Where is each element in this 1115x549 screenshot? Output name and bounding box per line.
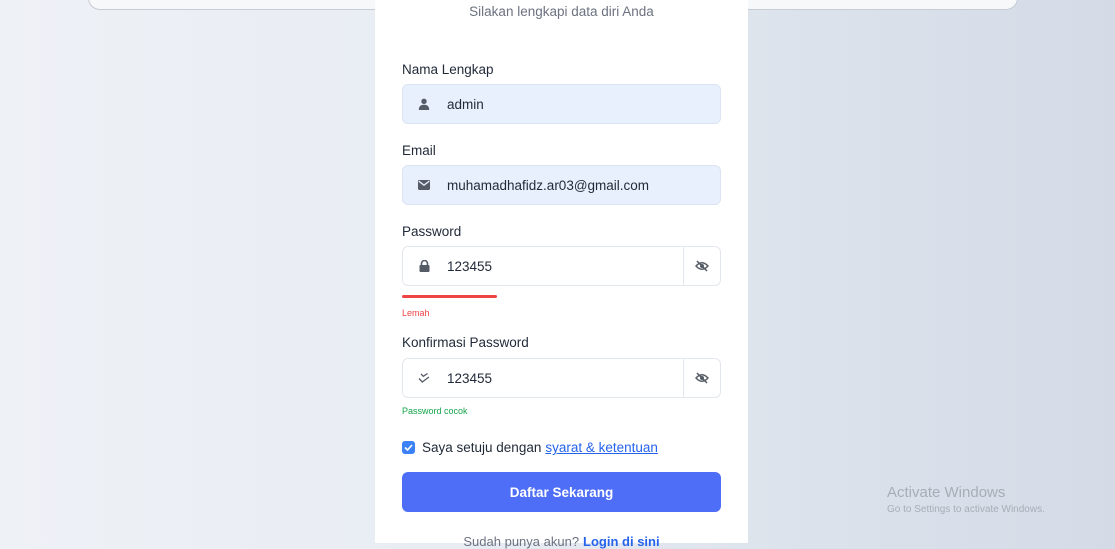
confirm-password-label: Konfirmasi Password (402, 335, 529, 350)
eye-slash-icon[interactable] (683, 247, 720, 285)
confirm-password-input[interactable]: 123455 (447, 371, 683, 386)
checkmark-icon (404, 444, 413, 451)
watermark-subtitle: Go to Settings to activate Windows. (887, 504, 1045, 515)
email-input[interactable]: muhamadhafidz.ar03@gmail.com (447, 178, 720, 193)
terms-agreement: Saya setuju dengan syarat & ketentuan (402, 440, 658, 455)
check-double-icon (411, 359, 437, 397)
name-field[interactable]: admin (402, 84, 721, 124)
password-label: Password (402, 224, 462, 239)
login-link[interactable]: Login di sini (583, 534, 660, 549)
password-match-text: Password cocok (402, 406, 468, 416)
password-strength-bar (402, 295, 497, 298)
watermark-title: Activate Windows (887, 484, 1006, 501)
form-subtitle: Silakan lengkapi data diri Anda (469, 4, 654, 19)
terms-link[interactable]: syarat & ketentuan (545, 440, 658, 455)
name-input[interactable]: admin (447, 97, 720, 112)
login-prompt: Sudah punya akun? Login di sini (375, 534, 748, 549)
email-field[interactable]: muhamadhafidz.ar03@gmail.com (402, 165, 721, 205)
terms-checkbox[interactable] (402, 441, 415, 454)
user-icon (411, 85, 437, 123)
password-field[interactable]: 123455 (402, 246, 721, 286)
register-card: Silakan lengkapi data diri Anda Nama Len… (375, 0, 748, 549)
confirm-password-field[interactable]: 123455 (402, 358, 721, 398)
password-input[interactable]: 123455 (447, 259, 683, 274)
name-label: Nama Lengkap (402, 62, 494, 77)
terms-text: Saya setuju dengan (422, 440, 542, 455)
lock-icon (411, 247, 437, 285)
email-label: Email (402, 143, 436, 158)
login-prompt-text: Sudah punya akun? (463, 534, 580, 549)
eye-slash-icon[interactable] (683, 359, 720, 397)
windows-activation-watermark: Activate Windows Go to Settings to activ… (887, 484, 1045, 515)
envelope-icon (411, 166, 437, 204)
register-button[interactable]: Daftar Sekarang (402, 472, 721, 512)
password-strength-text: Lemah (402, 308, 430, 318)
